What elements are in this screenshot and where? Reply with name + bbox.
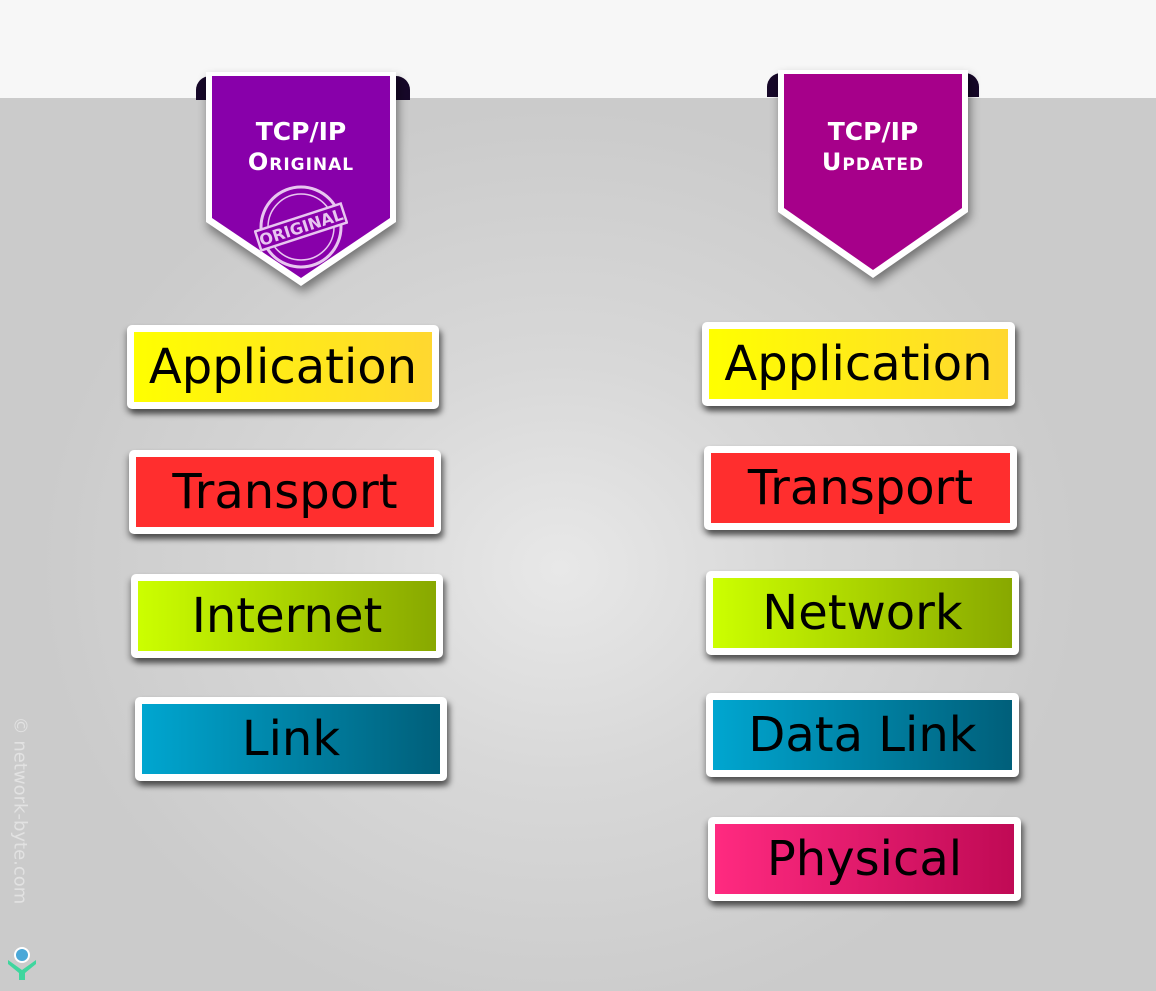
layer-link-original: Link (135, 697, 447, 781)
top-strip (0, 0, 1156, 98)
layer-label: Internet (191, 588, 383, 644)
banner-updated: TCP/IP Updated (778, 70, 968, 280)
layer-label: Link (241, 711, 341, 767)
layer-fill: Link (142, 704, 440, 774)
layer-label: Network (762, 585, 963, 641)
banner-line1: TCP/IP (827, 117, 919, 146)
layer-fill: Transport (711, 453, 1010, 523)
layer-application-original: Application (127, 325, 439, 409)
layer-network-updated: Network (706, 571, 1019, 655)
banner-line2: Updated (821, 148, 925, 177)
layer-physical-updated: Physical (708, 817, 1021, 901)
layer-label: Data Link (748, 707, 977, 763)
layer-label: Application (724, 336, 993, 392)
banner-original: TCP/IP Original ORIGINAL (206, 72, 396, 288)
layer-fill: Data Link (713, 700, 1012, 770)
layer-label: Transport (747, 460, 974, 516)
banner-title-updated: TCP/IP Updated (778, 116, 968, 177)
banner-line2: Original (247, 148, 355, 177)
layer-transport-updated: Transport (704, 446, 1017, 530)
layer-fill: Transport (136, 457, 434, 527)
layer-fill: Physical (715, 824, 1014, 894)
layer-label: Transport (172, 464, 398, 520)
banner-title-original: TCP/IP Original (206, 116, 396, 177)
layer-label: Application (148, 339, 418, 395)
layer-fill: Network (713, 578, 1012, 648)
banner-line1: TCP/IP (255, 117, 347, 146)
layer-label: Physical (766, 831, 963, 887)
original-stamp-icon: ORIGINAL (254, 185, 348, 269)
layer-data-link-updated: Data Link (706, 693, 1019, 777)
layer-fill: Application (709, 329, 1008, 399)
network-byte-logo-icon (8, 947, 36, 980)
layer-application-updated: Application (702, 322, 1015, 406)
layer-transport-original: Transport (129, 450, 441, 534)
layer-fill: Internet (138, 581, 436, 651)
layer-fill: Application (134, 332, 432, 402)
layer-internet-original: Internet (131, 574, 443, 658)
watermark: © network-byte.com (9, 716, 31, 905)
